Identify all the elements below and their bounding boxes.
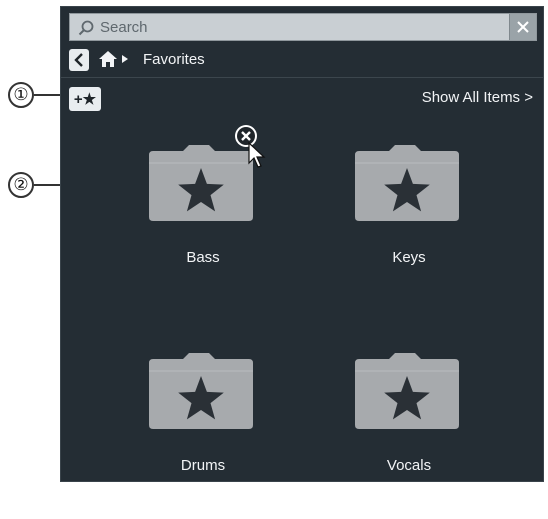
callout-2: ② <box>8 172 34 198</box>
folder-label: Bass <box>186 249 220 266</box>
back-button[interactable] <box>69 49 89 71</box>
search-icon <box>78 20 94 36</box>
folder-tile-keys[interactable]: Keys <box>319 143 499 311</box>
callout-1: ① <box>8 82 34 108</box>
star-folder-icon <box>149 353 253 429</box>
breadcrumb-favorites[interactable]: Favorites <box>143 51 205 68</box>
mouse-cursor-icon <box>248 141 266 168</box>
star-folder-icon <box>149 145 253 221</box>
folder-tile-vocals[interactable]: Vocals <box>319 351 499 519</box>
media-bay-panel: Search Favorites +★ Show All Items > Bas… <box>60 6 544 482</box>
star-folder-icon <box>355 353 459 429</box>
close-icon <box>517 21 529 33</box>
folder-label: Drums <box>180 457 226 474</box>
callout-2-label: ② <box>13 175 29 194</box>
search-bar[interactable]: Search <box>69 13 537 41</box>
divider <box>61 77 543 78</box>
star-folder-icon <box>355 145 459 221</box>
home-icon[interactable] <box>99 51 117 67</box>
folder-label: Keys <box>392 249 426 266</box>
breadcrumb: Favorites <box>69 49 537 71</box>
callout-1-label: ① <box>13 85 29 104</box>
show-all-items-link[interactable]: Show All Items > <box>422 89 533 106</box>
back-arrow-icon <box>74 53 83 67</box>
search-placeholder: Search <box>100 19 148 36</box>
clear-search-button[interactable] <box>509 14 536 40</box>
breadcrumb-arrow-icon <box>122 55 128 63</box>
folder-label: Vocals <box>386 457 432 474</box>
add-favorite-button[interactable]: +★ <box>69 87 101 111</box>
favorites-grid: Bass Keys Drums Vocals <box>61 143 545 483</box>
folder-tile-drums[interactable]: Drums <box>113 351 293 519</box>
